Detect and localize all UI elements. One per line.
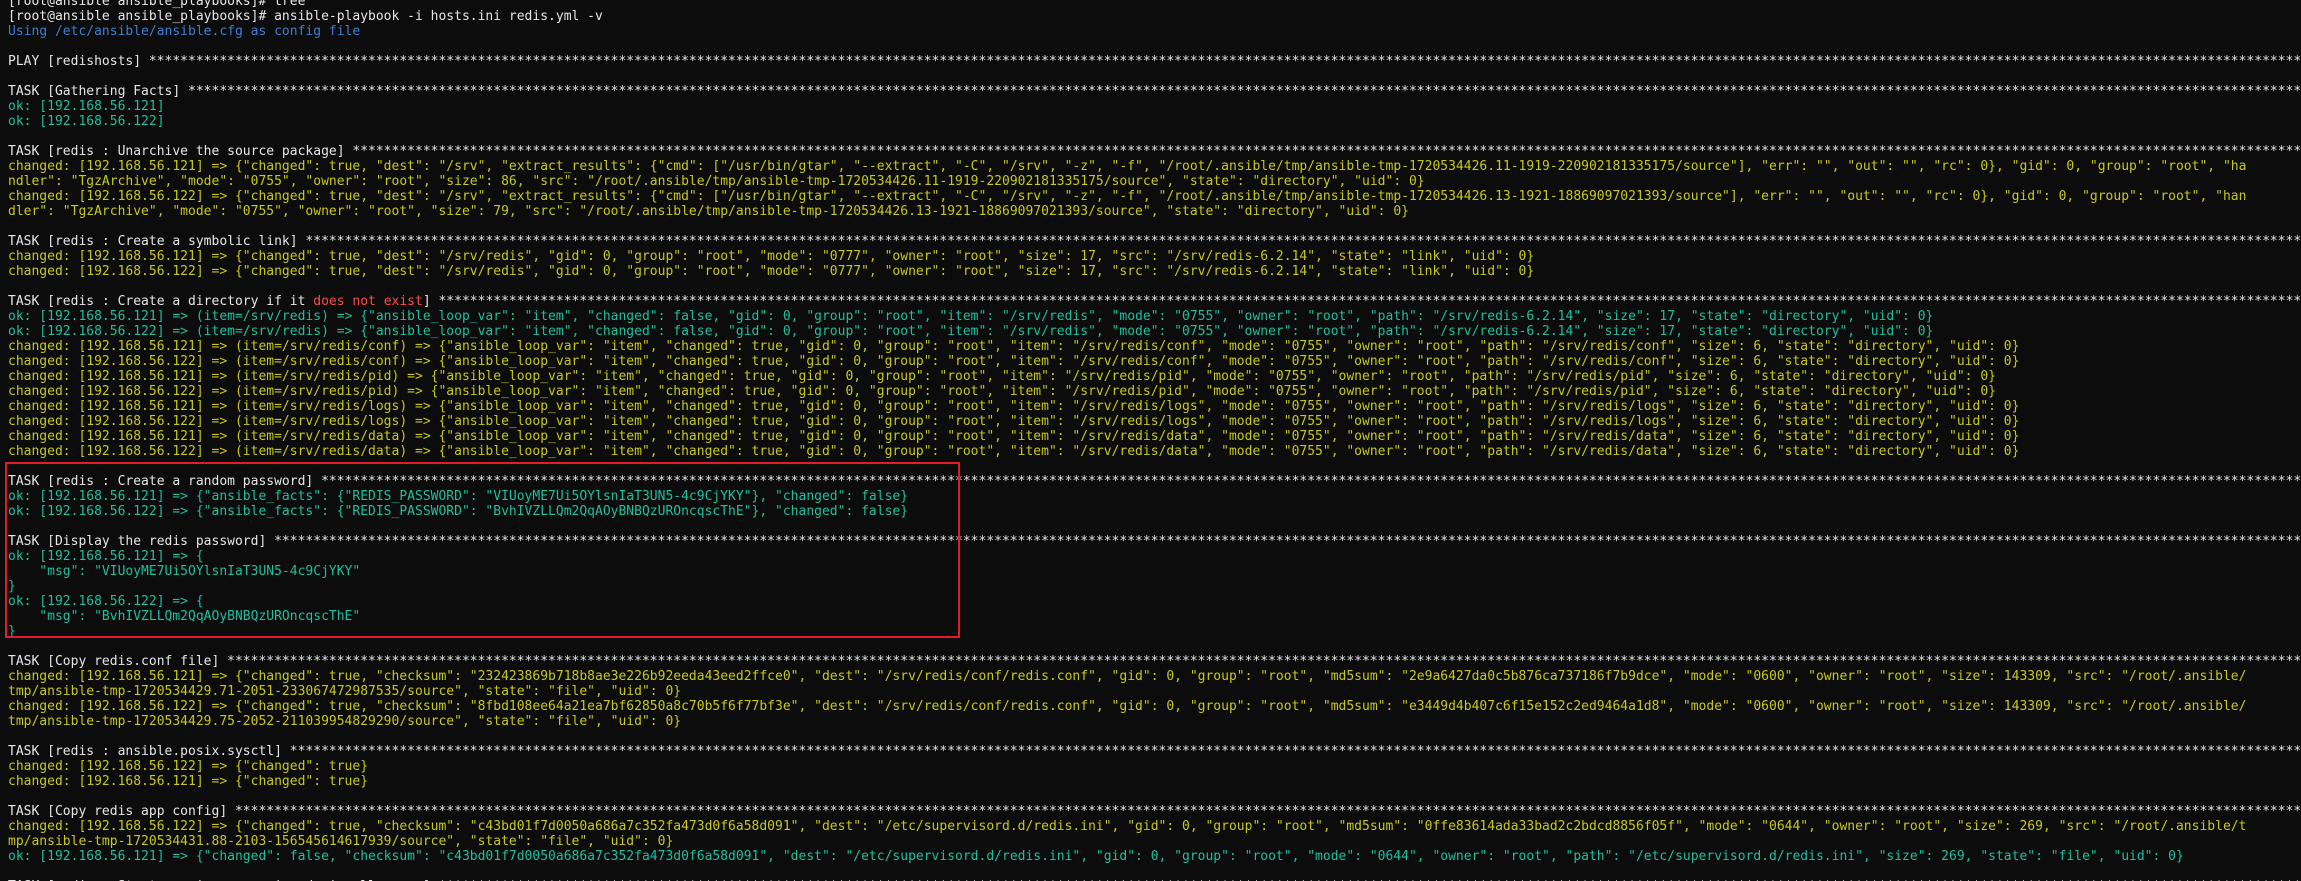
terminal-line: changed: [192.168.56.122] => (item=/srv/… bbox=[8, 444, 2020, 459]
terminal-line: TASK [redis : Create a directory if it d… bbox=[8, 294, 2301, 309]
terminal-line: changed: [192.168.56.121] => (item=/srv/… bbox=[8, 429, 2020, 444]
terminal-line: changed: [192.168.56.121] => (item=/srv/… bbox=[8, 369, 1996, 384]
terminal-line: TASK [redis : Create a random password] … bbox=[8, 474, 2301, 489]
terminal-line: ok: [192.168.56.122] bbox=[8, 114, 165, 129]
terminal-line: "msg": "BvhIVZLLQm2QqAOyBNBQzUROncqscThE… bbox=[8, 609, 361, 624]
terminal-output: [root@ansible ansible_playbooks]# tree [r… bbox=[8, 0, 2301, 881]
terminal-line: ok: [192.168.56.122] => (item=/srv/redis… bbox=[8, 324, 1934, 339]
terminal-line: changed: [192.168.56.122] => {"changed":… bbox=[8, 819, 2247, 834]
terminal-line: } bbox=[8, 624, 16, 639]
terminal-line-segment: does not exist bbox=[313, 294, 423, 309]
terminal-line: ok: [192.168.56.121] => (item=/srv/redis… bbox=[8, 309, 1934, 324]
terminal-line: [root@ansible ansible_playbooks]# tree bbox=[8, 0, 306, 9]
terminal-line: TASK [redis : Create a symbolic link] **… bbox=[8, 234, 2301, 249]
terminal-line: ndler": "TgzArchive", "mode": "0755", "o… bbox=[8, 174, 1425, 189]
terminal-line: changed: [192.168.56.122] => (item=/srv/… bbox=[8, 384, 1996, 399]
terminal-line: [root@ansible ansible_playbooks]# ansibl… bbox=[8, 9, 603, 24]
terminal-line: ok: [192.168.56.121] => {"ansible_facts"… bbox=[8, 489, 909, 504]
terminal-line: changed: [192.168.56.121] => {"changed":… bbox=[8, 249, 1535, 264]
terminal-line: tmp/ansible-tmp-1720534429.71-2051-23306… bbox=[8, 684, 682, 699]
terminal-line: changed: [192.168.56.122] => {"changed":… bbox=[8, 759, 369, 774]
terminal-line: TASK [Gathering Facts] *****************… bbox=[8, 84, 2301, 99]
terminal-line: TASK [redis : Unarchive the source packa… bbox=[8, 144, 2301, 159]
terminal-line: TASK [redis : ansible.posix.sysctl] ****… bbox=[8, 744, 2301, 759]
terminal-line: ok: [192.168.56.121] => { bbox=[8, 549, 204, 564]
terminal-line: changed: [192.168.56.121] => (item=/srv/… bbox=[8, 399, 2020, 414]
terminal-line: changed: [192.168.56.122] => (item=/srv/… bbox=[8, 354, 2020, 369]
terminal-line: PLAY [redishosts] **********************… bbox=[8, 54, 2301, 69]
terminal-line: dler": "TgzArchive", "mode": "0755", "ow… bbox=[8, 204, 1409, 219]
terminal-line: changed: [192.168.56.121] => {"changed":… bbox=[8, 669, 2247, 684]
terminal-line: changed: [192.168.56.121] => {"changed":… bbox=[8, 159, 2247, 174]
terminal-line: changed: [192.168.56.121] => (item=/srv/… bbox=[8, 339, 2020, 354]
terminal-line-segment: ] **************************************… bbox=[422, 294, 2301, 309]
terminal-line: tmp/ansible-tmp-1720534429.75-2052-21103… bbox=[8, 714, 682, 729]
terminal-line: TASK [Copy redis app config] ***********… bbox=[8, 804, 2301, 819]
terminal-line: TASK [Copy redis.conf file] ************… bbox=[8, 654, 2301, 669]
terminal-line: ok: [192.168.56.122] => {"ansible_facts"… bbox=[8, 504, 909, 519]
terminal-line: ok: [192.168.56.121] => {"changed": fals… bbox=[8, 849, 2184, 864]
terminal-line: TASK [Display the redis password] ******… bbox=[8, 534, 2301, 549]
terminal-line: ok: [192.168.56.121] bbox=[8, 99, 165, 114]
terminal-line: } bbox=[8, 579, 16, 594]
terminal-line: changed: [192.168.56.121] => {"changed":… bbox=[8, 774, 369, 789]
terminal-line: "msg": "VIUoyME7Ui5OYlsnIaT3UN5-4c9CjYKY… bbox=[8, 564, 361, 579]
terminal-line-segment: TASK [redis : Create a directory if it bbox=[8, 294, 314, 309]
terminal-line: changed: [192.168.56.122] => {"changed":… bbox=[8, 699, 2247, 714]
terminal-line: Using /etc/ansible/ansible.cfg as config… bbox=[8, 24, 361, 39]
terminal-line: changed: [192.168.56.122] => (item=/srv/… bbox=[8, 414, 2020, 429]
terminal-line: ok: [192.168.56.122] => { bbox=[8, 594, 204, 609]
terminal-window[interactable]: [root@ansible ansible_playbooks]# tree [r… bbox=[0, 0, 2301, 881]
terminal-line: changed: [192.168.56.122] => {"changed":… bbox=[8, 264, 1535, 279]
terminal-line: changed: [192.168.56.122] => {"changed":… bbox=[8, 189, 2247, 204]
terminal-line: mp/ansible-tmp-1720534431.88-2103-156545… bbox=[8, 834, 674, 849]
